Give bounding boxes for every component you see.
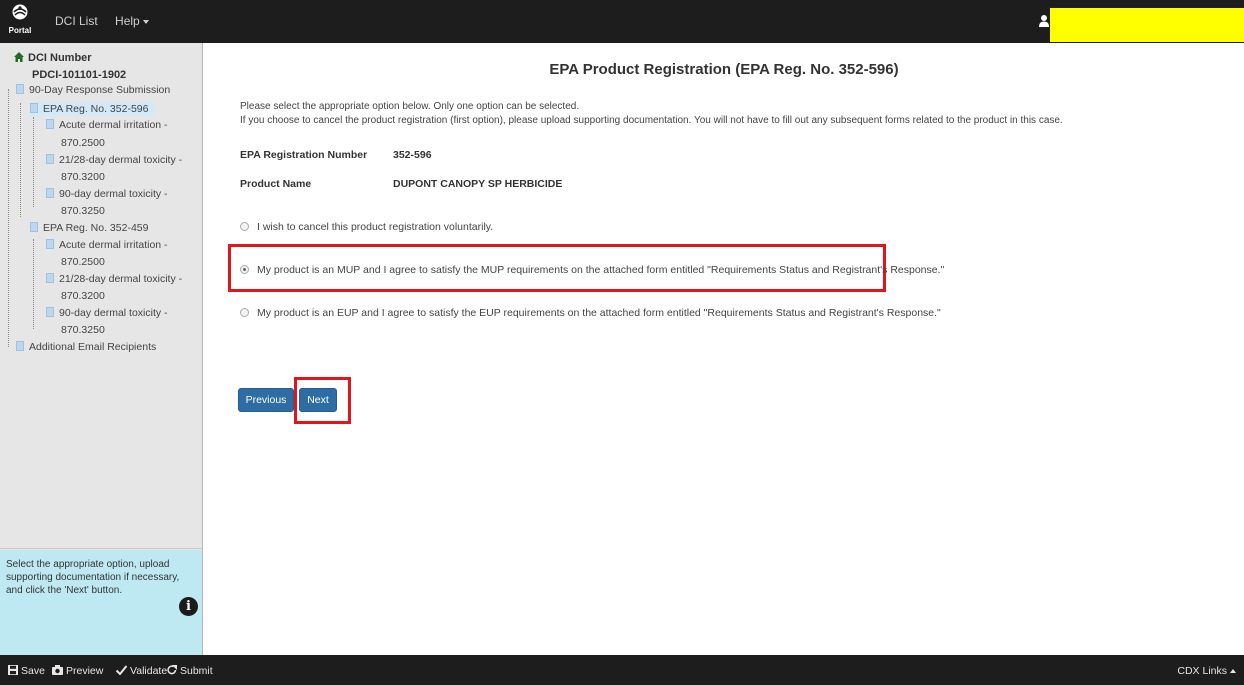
home-icon	[14, 52, 24, 62]
tree-node-reg1-item2[interactable]: 21/28-day dermal toxicity -	[46, 153, 182, 167]
preview-button[interactable]: Preview	[52, 665, 103, 677]
tree-node-label: 21/28-day dermal toxicity -	[59, 273, 183, 285]
submit-button[interactable]: Submit	[167, 665, 213, 677]
save-button[interactable]: Save	[8, 665, 45, 677]
tree-connector	[8, 89, 9, 347]
document-icon	[46, 307, 54, 317]
submit-label: Submit	[180, 665, 213, 677]
document-icon	[46, 154, 54, 164]
tree-node-reg2[interactable]: EPA Reg. No. 352-459	[30, 221, 148, 235]
tree-node-reg2-item2[interactable]: 21/28-day dermal toxicity -	[46, 272, 182, 286]
help-panel: Select the appropriate option, upload su…	[0, 550, 202, 655]
help-text: Select the appropriate option, upload su…	[6, 559, 180, 596]
validate-button[interactable]: Validate	[115, 665, 168, 677]
portal-logo[interactable]: Portal	[6, 4, 34, 40]
main-content: EPA Product Registration (EPA Reg. No. 3…	[204, 43, 1244, 655]
tree-node-reg1-item1[interactable]: Acute dermal irritation -	[46, 118, 168, 132]
radio-mup[interactable]	[240, 265, 249, 274]
tree-connector	[20, 103, 21, 217]
epa-logo-icon	[12, 4, 28, 20]
tree-node-label: EPA Reg. No. 352-596	[43, 103, 149, 115]
option-eup[interactable]: My product is an EUP and I agree to sati…	[240, 307, 941, 319]
nav-dci-list[interactable]: DCI List	[55, 14, 98, 28]
camera-icon	[52, 665, 63, 675]
nav-help-label: Help	[115, 14, 140, 28]
dci-tree: DCI Number PDCI-101101-1902 90-Day Respo…	[0, 43, 202, 549]
bottom-toolbar: Save Preview Validate Submit CDX Links	[0, 655, 1244, 685]
tree-connector	[33, 239, 34, 329]
option-mup-label: My product is an MUP and I agree to sati…	[257, 264, 945, 276]
tree-node-label: Additional Email Recipients	[29, 341, 157, 353]
user-account-box[interactable]	[1050, 8, 1244, 42]
tree-node-reg1-item3[interactable]: 90-day dermal toxicity -	[46, 187, 168, 201]
tree-node-label: Acute dermal irritation -	[59, 239, 168, 251]
instruction-line-2: If you choose to cancel the product regi…	[240, 115, 1063, 126]
document-icon	[30, 222, 38, 232]
portal-logo-text: Portal	[8, 26, 32, 35]
checkmark-icon	[115, 665, 128, 676]
preview-label: Preview	[66, 665, 104, 677]
cdx-links-label: CDX Links	[1177, 665, 1227, 677]
info-icon[interactable]: i	[179, 597, 198, 616]
sidebar: DCI Number PDCI-101101-1902 90-Day Respo…	[0, 43, 203, 655]
previous-button[interactable]: Previous	[238, 388, 294, 412]
reg-number-value: 352-596	[393, 149, 432, 161]
product-name-value: DUPONT CANOPY SP HERBICIDE	[393, 178, 563, 190]
option-mup[interactable]: My product is an MUP and I agree to sati…	[240, 264, 944, 276]
tree-node-label: EPA Reg. No. 352-459	[43, 222, 149, 234]
document-icon	[46, 119, 54, 129]
tree-connector	[33, 117, 34, 207]
option-eup-label: My product is an EUP and I agree to sati…	[257, 307, 941, 319]
tree-node-subtext: 870.2500	[61, 256, 105, 268]
validate-label: Validate	[130, 665, 168, 677]
tree-node-subtext: 870.2500	[61, 137, 105, 149]
tree-node-subtext: 870.3200	[61, 290, 105, 302]
option-cancel-label: I wish to cancel this product registrati…	[257, 221, 494, 233]
dci-id: PDCI-101101-1902	[32, 69, 127, 81]
tree-node-reg2-item3[interactable]: 90-day dermal toxicity -	[46, 306, 168, 320]
top-nav: DCI List Help	[55, 14, 177, 28]
tree-node-additional-recipients[interactable]: Additional Email Recipients	[16, 340, 156, 354]
next-button[interactable]: Next	[299, 388, 337, 412]
top-navbar: Portal DCI List Help	[0, 0, 1244, 43]
tree-node-label: 90-day dermal toxicity -	[59, 307, 168, 319]
document-icon	[16, 341, 24, 351]
chevron-up-icon	[1230, 669, 1236, 674]
document-icon	[46, 273, 54, 283]
radio-cancel[interactable]	[240, 222, 249, 231]
share-icon	[167, 665, 177, 675]
save-label: Save	[21, 665, 45, 677]
document-icon	[30, 103, 38, 113]
tree-node-subtext: 870.3250	[61, 205, 105, 217]
page-title: EPA Product Registration (EPA Reg. No. 3…	[549, 61, 899, 78]
tree-node-subtext: 870.3250	[61, 324, 105, 336]
nav-help[interactable]: Help	[115, 14, 163, 28]
reg-number-label: EPA Registration Number	[240, 149, 368, 161]
instruction-line-1: Please select the appropriate option bel…	[240, 101, 580, 112]
tree-node-label: 90-Day Response Submission	[29, 84, 171, 96]
chevron-down-icon	[142, 19, 149, 24]
document-icon	[16, 84, 24, 94]
tree-node-label: 90-day dermal toxicity -	[59, 188, 168, 200]
product-name-label: Product Name	[240, 178, 312, 190]
user-icon	[1039, 15, 1049, 27]
tree-node-reg1[interactable]: EPA Reg. No. 352-596	[30, 102, 155, 116]
instructions: Please select the appropriate option bel…	[240, 100, 1063, 128]
document-icon	[46, 188, 54, 198]
tree-root-label: DCI Number	[28, 52, 92, 64]
radio-eup[interactable]	[240, 308, 249, 317]
tree-node-label: Acute dermal irritation -	[59, 119, 168, 131]
tree-node-submission[interactable]: 90-Day Response Submission	[16, 83, 170, 97]
option-cancel[interactable]: I wish to cancel this product registrati…	[240, 221, 493, 233]
tree-node-label: 21/28-day dermal toxicity -	[59, 154, 183, 166]
document-icon	[46, 239, 54, 249]
cdx-links-menu[interactable]: CDX Links	[1177, 665, 1236, 677]
tree-node-subtext: 870.3200	[61, 171, 105, 183]
tree-root[interactable]: DCI Number	[14, 52, 92, 64]
tree-node-reg2-item1[interactable]: Acute dermal irritation -	[46, 238, 168, 252]
save-icon	[8, 665, 18, 675]
